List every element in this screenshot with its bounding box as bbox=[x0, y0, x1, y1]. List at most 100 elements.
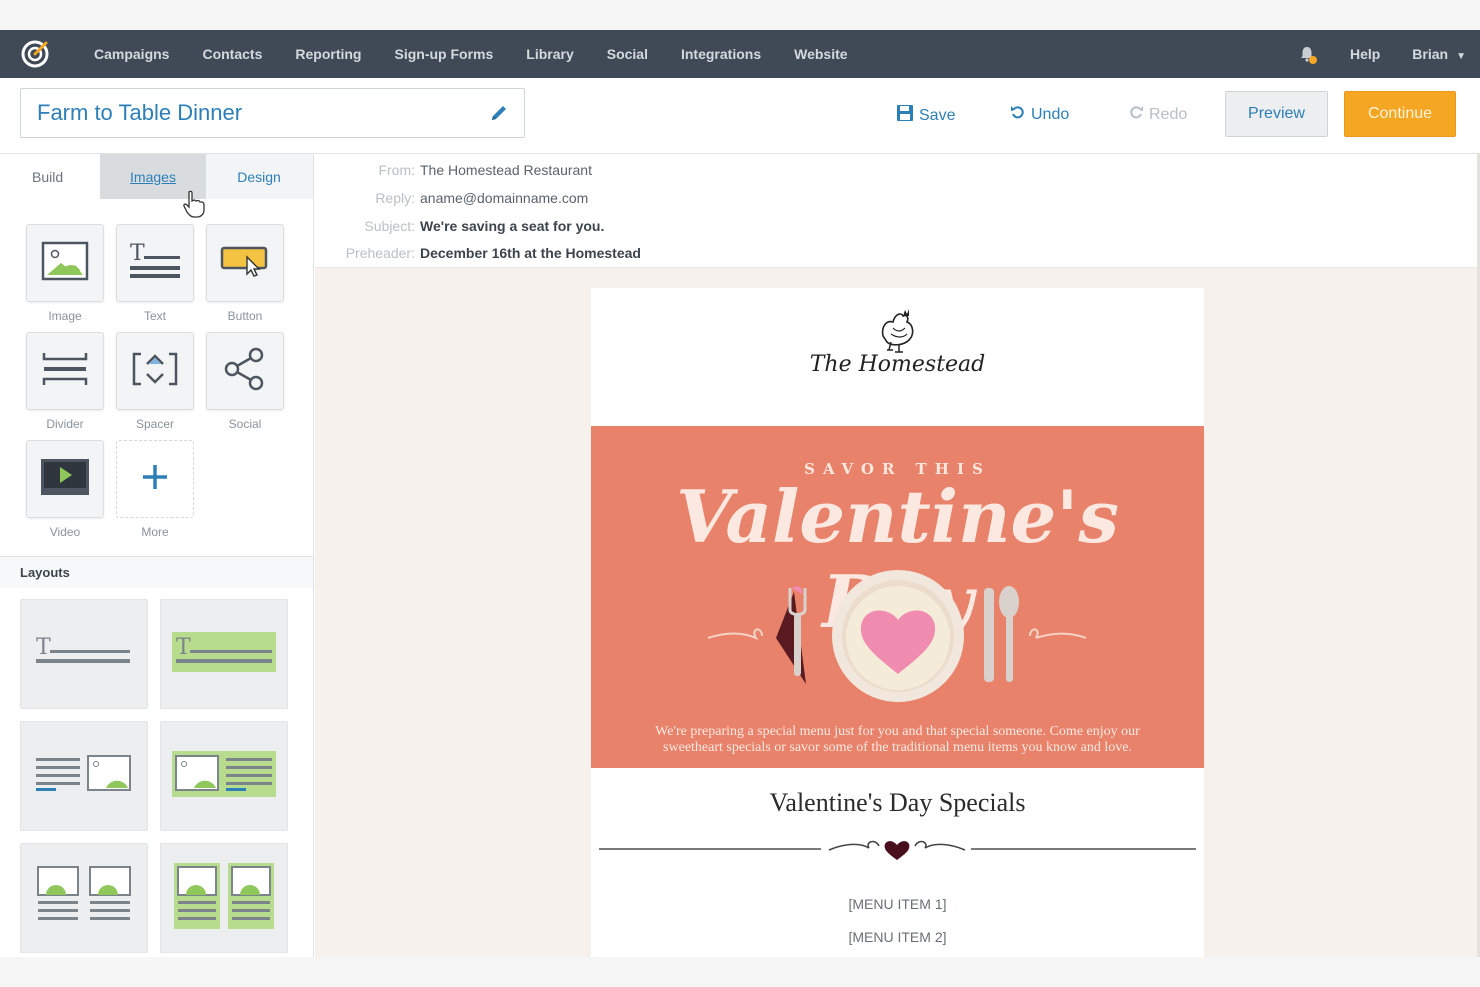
menu-item-1[interactable]: [MENU ITEM 1] bbox=[591, 896, 1204, 912]
svg-text:T: T bbox=[176, 635, 191, 660]
from-value: The Homestead Restaurant bbox=[420, 162, 592, 178]
block-image-tile bbox=[26, 224, 104, 302]
hero-text-line-2: sweetheart specials or savor some of the… bbox=[663, 740, 1132, 755]
tab-design[interactable]: Design bbox=[206, 154, 312, 199]
nav-reporting[interactable]: Reporting bbox=[295, 46, 361, 62]
button-icon bbox=[220, 244, 270, 283]
block-image[interactable]: Image bbox=[26, 224, 104, 323]
block-social[interactable]: Social bbox=[206, 332, 284, 431]
spacer-icon bbox=[131, 348, 179, 395]
share-icon bbox=[222, 346, 268, 397]
email-canvas: From: The Homestead Restaurant Reply: an… bbox=[315, 154, 1480, 957]
brand-header[interactable]: The Homestead bbox=[591, 288, 1204, 426]
from-label: From: bbox=[378, 162, 415, 178]
nav-integrations[interactable]: Integrations bbox=[681, 46, 761, 62]
user-menu[interactable]: Brian ▼ bbox=[1412, 46, 1466, 62]
block-text[interactable]: T Text bbox=[116, 224, 194, 323]
specials-title[interactable]: Valentine's Day Specials bbox=[591, 788, 1204, 818]
hero-text-line-1: We're preparing a special menu just for … bbox=[655, 724, 1140, 739]
campaign-title-field[interactable]: Farm to Table Dinner bbox=[20, 88, 525, 138]
tab-build[interactable]: Build bbox=[0, 154, 100, 199]
hero-banner[interactable]: SAVOR THIS Valentine's Day bbox=[591, 426, 1204, 768]
layout-two-column[interactable] bbox=[20, 843, 148, 953]
svg-text:T: T bbox=[130, 241, 145, 266]
block-video-label: Video bbox=[49, 525, 81, 539]
app-logo-icon[interactable] bbox=[0, 30, 70, 78]
email-body: The Homestead SAVOR THIS Valentine's Day bbox=[591, 288, 1204, 957]
svg-text:T: T bbox=[36, 635, 51, 660]
sidebar: Build Images Design Image T Text Button … bbox=[0, 154, 314, 957]
block-divider-label: Divider bbox=[46, 417, 84, 431]
layout-two-column-highlight[interactable] bbox=[160, 843, 288, 953]
preview-button[interactable]: Preview bbox=[1225, 91, 1328, 137]
block-spacer-tile bbox=[116, 332, 194, 410]
redo-button[interactable]: Redo bbox=[1128, 104, 1187, 125]
block-more[interactable]: More bbox=[116, 440, 194, 539]
block-more-label: More bbox=[141, 525, 169, 539]
nav-website[interactable]: Website bbox=[794, 46, 847, 62]
save-button[interactable]: Save bbox=[896, 104, 955, 127]
notification-dot bbox=[1308, 56, 1317, 64]
layout-text-highlight-icon: T bbox=[172, 631, 276, 677]
layout-text-highlight[interactable]: T bbox=[160, 599, 288, 709]
nav-library[interactable]: Library bbox=[526, 46, 573, 62]
reply-value: aname@domainname.com bbox=[420, 190, 589, 206]
redo-icon bbox=[1128, 104, 1144, 125]
block-button[interactable]: Button bbox=[206, 224, 284, 323]
layout-text[interactable]: T bbox=[20, 599, 148, 709]
continue-button[interactable]: Continue bbox=[1344, 91, 1456, 137]
video-icon bbox=[39, 457, 91, 502]
layout-text-image[interactable] bbox=[20, 721, 148, 831]
undo-button[interactable]: Undo bbox=[1010, 104, 1069, 125]
hero-description: We're preparing a special menu just for … bbox=[611, 724, 1184, 756]
editor-toolbar: Farm to Table Dinner Save Undo Redo Prev… bbox=[0, 78, 1480, 154]
chevron-down-icon: ▼ bbox=[1456, 51, 1466, 62]
redo-label: Redo bbox=[1149, 105, 1188, 123]
layout-image-text-highlight[interactable] bbox=[160, 721, 288, 831]
hand-cursor-icon bbox=[182, 190, 206, 223]
subject-label: Subject: bbox=[364, 218, 415, 234]
nav-right: Help Brian ▼ bbox=[1296, 30, 1480, 78]
block-divider-tile bbox=[26, 332, 104, 410]
block-social-label: Social bbox=[228, 417, 262, 431]
from-row: From: The Homestead Restaurant bbox=[315, 162, 1115, 178]
bell-icon[interactable] bbox=[1296, 43, 1318, 65]
ornamental-divider[interactable] bbox=[599, 836, 1196, 866]
block-spacer[interactable]: Spacer bbox=[116, 332, 194, 431]
email-header-fields[interactable]: From: The Homestead Restaurant Reply: an… bbox=[315, 154, 1480, 268]
block-video-tile bbox=[26, 440, 104, 518]
layout-text-icon: T bbox=[36, 634, 132, 675]
nav-help[interactable]: Help bbox=[1350, 46, 1380, 62]
floppy-icon bbox=[896, 104, 914, 127]
block-spacer-label: Spacer bbox=[135, 417, 175, 431]
nav-contacts[interactable]: Contacts bbox=[202, 46, 262, 62]
preheader-label: Preheader: bbox=[345, 245, 415, 261]
block-text-tile: T bbox=[116, 224, 194, 302]
nav-campaigns[interactable]: Campaigns bbox=[94, 46, 169, 62]
campaign-title: Farm to Table Dinner bbox=[37, 100, 243, 125]
undo-label: Undo bbox=[1031, 105, 1070, 123]
subject-value: We're saving a seat for you. bbox=[420, 218, 605, 234]
menu-item-2[interactable]: [MENU ITEM 2] bbox=[591, 929, 1204, 945]
block-more-tile bbox=[116, 440, 194, 518]
layout-two-column-icon bbox=[36, 865, 132, 932]
layout-two-column-highlight-icon bbox=[174, 862, 274, 934]
block-video[interactable]: Video bbox=[26, 440, 104, 539]
sidebar-tabs: Build Images Design bbox=[0, 154, 313, 199]
pencil-icon[interactable] bbox=[488, 102, 510, 124]
block-social-tile bbox=[206, 332, 284, 410]
image-icon bbox=[41, 241, 89, 286]
top-nav: Campaigns Contacts Reporting Sign-up For… bbox=[0, 30, 1480, 78]
preheader-value: December 16th at the Homestead bbox=[420, 245, 641, 261]
layouts-header: Layouts bbox=[0, 556, 313, 588]
text-icon: T bbox=[128, 240, 182, 287]
nav-signup-forms[interactable]: Sign-up Forms bbox=[394, 46, 493, 62]
block-button-label: Button bbox=[227, 309, 263, 323]
subject-row: Subject: We're saving a seat for you. bbox=[315, 218, 1115, 234]
nav-menu: Campaigns Contacts Reporting Sign-up For… bbox=[70, 30, 881, 78]
block-text-label: Text bbox=[143, 309, 166, 323]
block-divider[interactable]: Divider bbox=[26, 332, 104, 431]
undo-icon bbox=[1010, 104, 1026, 125]
place-setting-icon bbox=[706, 566, 1091, 711]
nav-social[interactable]: Social bbox=[607, 46, 648, 62]
